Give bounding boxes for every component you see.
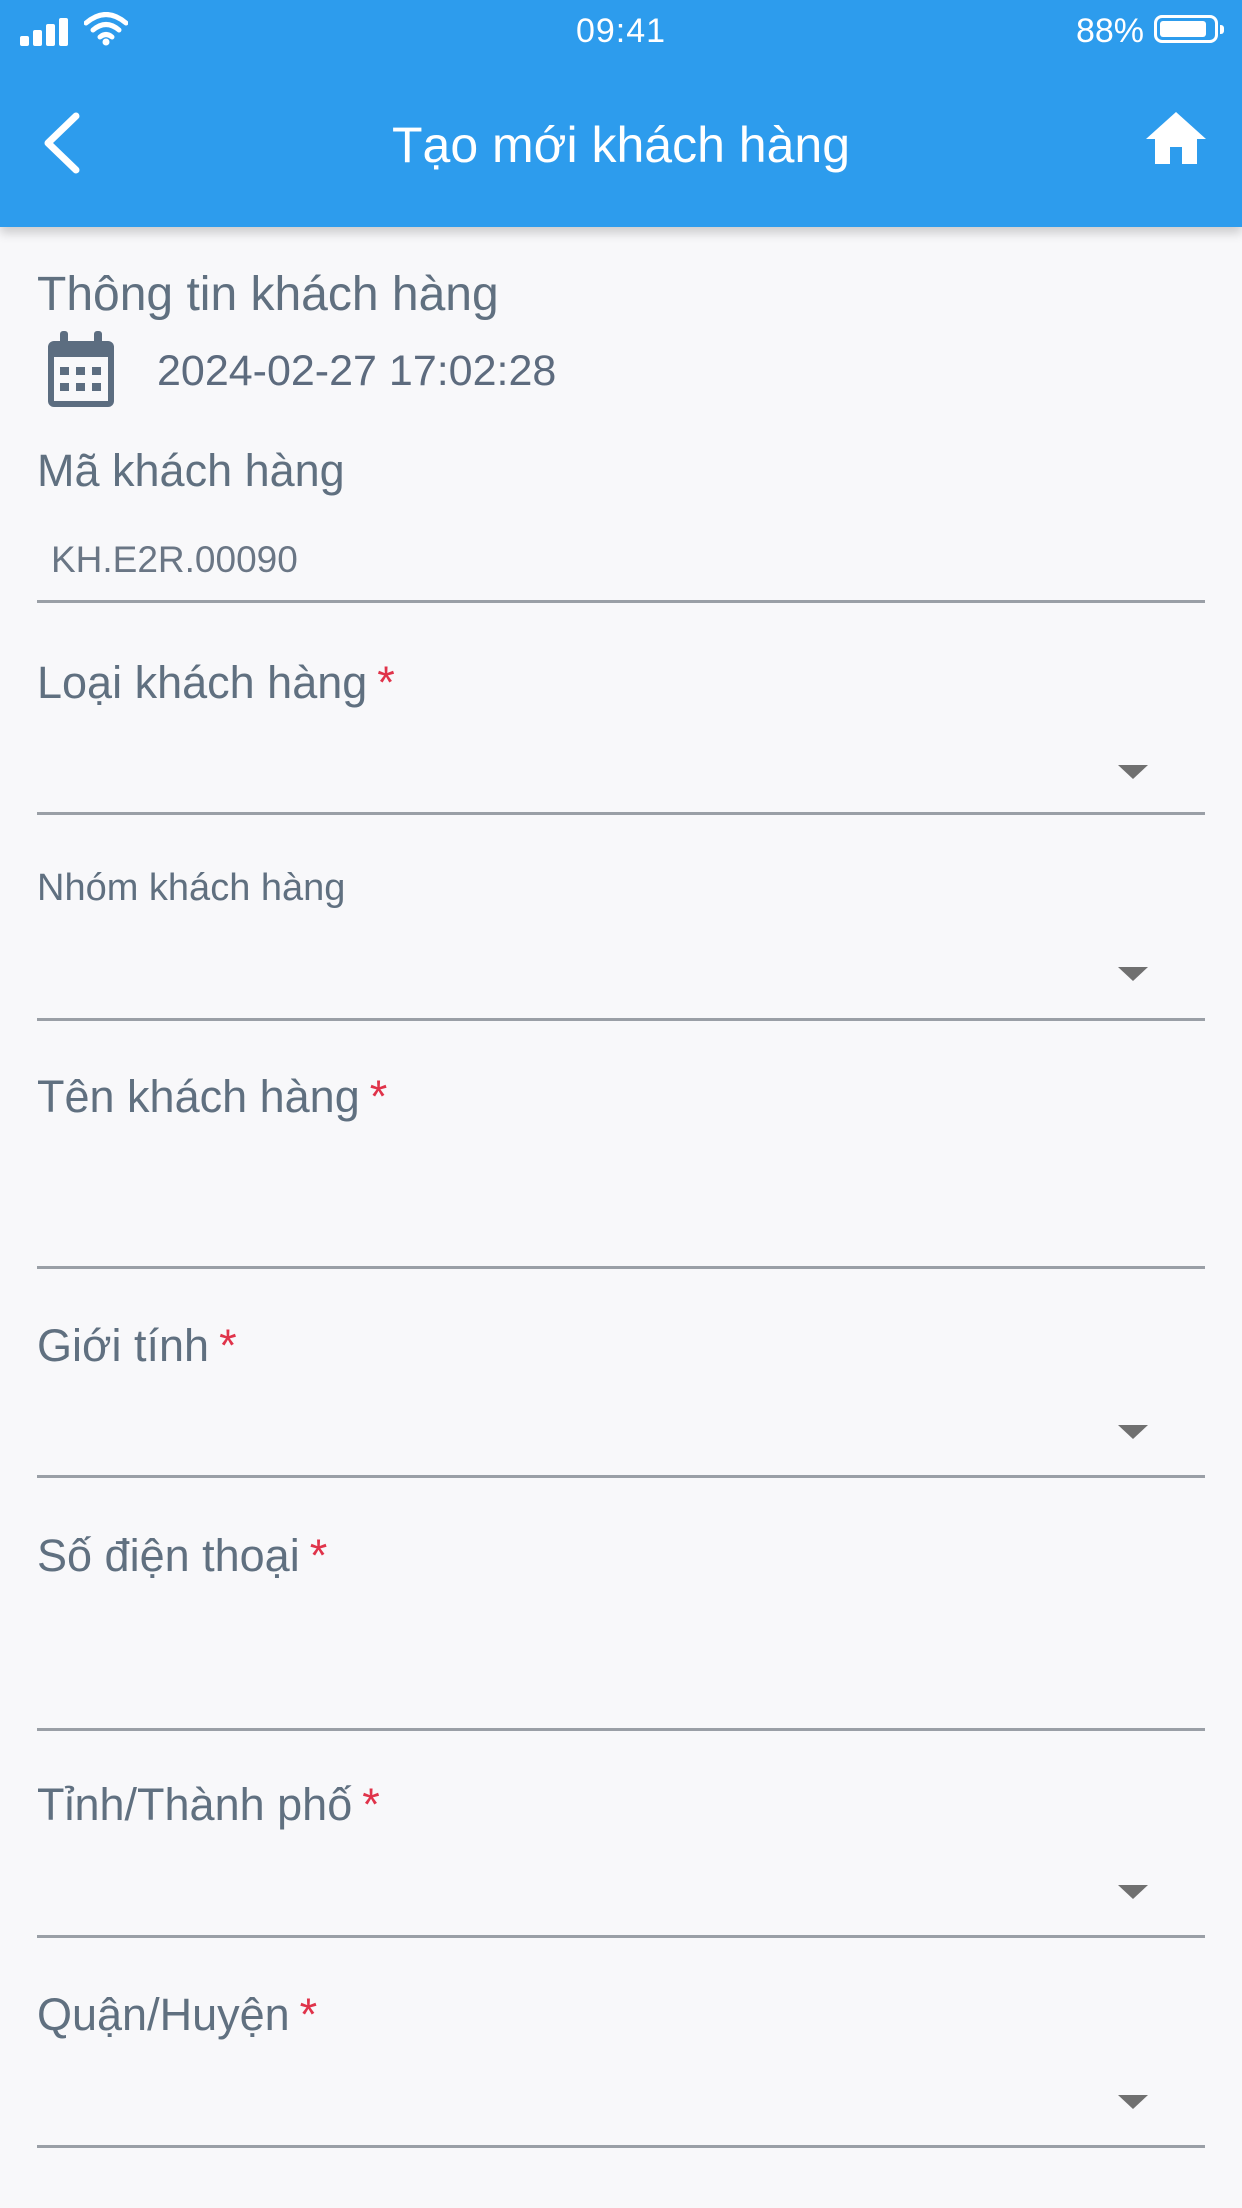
required-marker: * (369, 1071, 388, 1122)
calendar-icon (48, 331, 114, 407)
battery-fill (1160, 21, 1206, 37)
page-title: Tạo mới khách hàng (391, 117, 851, 173)
required-marker: * (377, 657, 395, 708)
customer-group-underline (37, 1018, 1205, 1021)
required-marker: * (362, 1779, 380, 1830)
required-marker: * (309, 1530, 328, 1581)
district-underline (37, 2145, 1205, 2148)
customer-code-underline (37, 600, 1205, 603)
status-time: 09:41 (575, 12, 667, 50)
dropdown-arrow-icon (1118, 2095, 1148, 2109)
home-button[interactable] (1144, 106, 1208, 170)
required-marker: * (299, 1989, 318, 2040)
customer-type-underline (37, 812, 1205, 815)
battery-icon (1154, 15, 1224, 43)
section-title: Thông tin khách hàng (37, 268, 499, 321)
created-datetime: 2024-02-27 17:02:28 (157, 347, 557, 395)
province-dropdown[interactable]: Tỉnh/Thành phố * (37, 1779, 1205, 1949)
province-label: Tỉnh/Thành phố * (37, 1779, 380, 1830)
gender-label: Giới tính * (37, 1320, 237, 1371)
required-marker: * (219, 1320, 237, 1371)
status-bar: 09:41 88% (0, 0, 1242, 62)
app-header: 09:41 88% Tạo mới khách hàng (0, 0, 1242, 227)
customer-code-value: KH.E2R.00090 (51, 539, 298, 580)
province-underline (37, 1935, 1205, 1938)
customer-type-dropdown[interactable]: Loại khách hàng * (37, 657, 1205, 827)
phone-label: Số điện thoại * (37, 1530, 328, 1581)
phone-underline (37, 1728, 1205, 1731)
gender-underline (37, 1475, 1205, 1478)
customer-group-label: Nhóm khách hàng (37, 867, 346, 909)
dropdown-arrow-icon (1118, 1425, 1148, 1439)
customer-type-label: Loại khách hàng * (37, 657, 395, 708)
gender-dropdown[interactable]: Giới tính * (37, 1320, 1205, 1490)
customer-code-label: Mã khách hàng (37, 445, 345, 496)
dropdown-arrow-icon (1118, 1885, 1148, 1899)
customer-name-field[interactable]: Tên khách hàng * (37, 1071, 1205, 1271)
customer-code-field[interactable]: Mã khách hàng KH.E2R.00090 (37, 445, 1205, 605)
home-icon (1146, 112, 1206, 164)
dropdown-arrow-icon (1118, 967, 1148, 981)
district-label: Quận/Huyện * (37, 1989, 318, 2040)
phone-field[interactable]: Số điện thoại * (37, 1530, 1205, 1731)
district-dropdown[interactable]: Quận/Huyện * (37, 1989, 1205, 2159)
customer-name-label: Tên khách hàng * (37, 1071, 388, 1122)
customer-group-dropdown[interactable]: Nhóm khách hàng (37, 867, 1205, 1037)
dropdown-arrow-icon (1118, 765, 1148, 779)
battery-percent: 88% (1075, 12, 1144, 50)
customer-name-underline (37, 1266, 1205, 1269)
navigation-bar: Tạo mới khách hàng (0, 62, 1242, 227)
